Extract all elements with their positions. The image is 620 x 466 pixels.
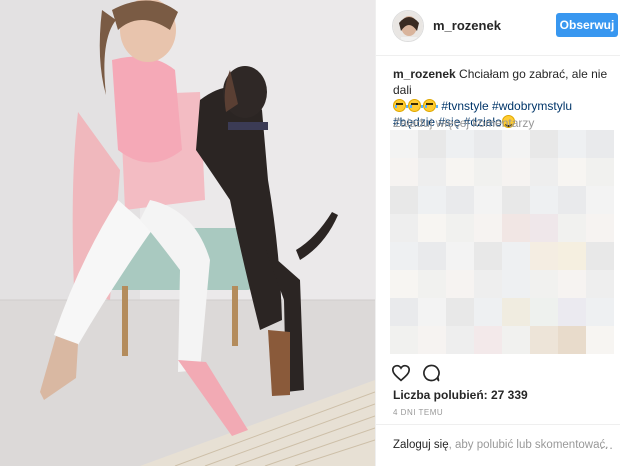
blur-cell xyxy=(474,214,502,242)
avatar[interactable] xyxy=(392,10,424,42)
blur-cell xyxy=(502,242,530,270)
caption-hashtags[interactable]: #tvnstyle #wdobrymstylu xyxy=(441,99,572,113)
blur-cell xyxy=(558,186,586,214)
blur-cell xyxy=(418,326,446,354)
load-more-comments-link[interactable]: Załaduj więcej komentarzy xyxy=(393,116,534,130)
post-header: m_rozenek Obserwuj xyxy=(376,0,620,56)
blur-cell xyxy=(390,326,418,354)
blur-cell xyxy=(474,326,502,354)
blur-cell xyxy=(586,214,614,242)
blur-cell xyxy=(586,242,614,270)
blur-cell xyxy=(446,130,474,158)
post-footer: Zaloguj się, aby polubić lub skomentować… xyxy=(376,424,620,466)
blur-cell xyxy=(530,242,558,270)
likes-count[interactable]: Liczba polubień: 27 339 xyxy=(393,388,528,402)
blur-cell xyxy=(474,270,502,298)
post-timestamp: 4 DNI TEMU xyxy=(393,408,444,417)
blur-cell xyxy=(586,158,614,186)
blur-cell xyxy=(530,326,558,354)
blur-cell xyxy=(558,158,586,186)
laughing-tears-emoji-icon xyxy=(423,99,438,112)
laughing-tears-emoji-icon xyxy=(408,99,423,112)
blur-cell xyxy=(502,186,530,214)
blur-cell xyxy=(474,298,502,326)
blur-cell xyxy=(446,214,474,242)
blur-cell xyxy=(558,242,586,270)
blur-cell xyxy=(446,186,474,214)
blur-cell xyxy=(530,270,558,298)
blur-cell xyxy=(586,130,614,158)
login-prompt: Zaloguj się, aby polubić lub skomentować… xyxy=(393,439,608,451)
blurred-comments-area xyxy=(390,130,614,358)
post-photo[interactable] xyxy=(0,0,375,466)
blur-cell xyxy=(418,158,446,186)
blur-cell xyxy=(390,130,418,158)
post-photo-illustration xyxy=(0,0,375,466)
blur-cell xyxy=(418,270,446,298)
blur-cell xyxy=(446,270,474,298)
blur-cell xyxy=(474,158,502,186)
blur-cell xyxy=(390,298,418,326)
blur-cell xyxy=(586,270,614,298)
login-link[interactable]: Zaloguj się xyxy=(393,439,449,451)
blur-cell xyxy=(474,130,502,158)
blur-cell xyxy=(418,130,446,158)
post-actions xyxy=(390,362,490,384)
blur-cell xyxy=(530,298,558,326)
blur-cell xyxy=(418,186,446,214)
blur-cell xyxy=(586,298,614,326)
blur-cell xyxy=(418,242,446,270)
blur-cell xyxy=(390,186,418,214)
blur-cell xyxy=(418,298,446,326)
blur-cell xyxy=(502,270,530,298)
blur-cell xyxy=(530,158,558,186)
blur-cell xyxy=(502,130,530,158)
blur-cell xyxy=(446,242,474,270)
blur-cell xyxy=(530,130,558,158)
blur-cell xyxy=(502,326,530,354)
blur-cell xyxy=(558,326,586,354)
post-username[interactable]: m_rozenek xyxy=(433,18,501,33)
speech-bubble-icon[interactable] xyxy=(420,362,442,384)
login-suffix: , aby polubić lub skomentować. xyxy=(448,439,609,451)
blur-cell xyxy=(446,158,474,186)
blur-cell xyxy=(586,186,614,214)
blur-cell xyxy=(558,298,586,326)
blur-cell xyxy=(502,214,530,242)
caption-username[interactable]: m_rozenek xyxy=(393,67,456,81)
blur-cell xyxy=(502,298,530,326)
blur-cell xyxy=(558,130,586,158)
blur-cell xyxy=(446,326,474,354)
heart-outline-icon[interactable] xyxy=(390,362,412,384)
blur-cell xyxy=(502,158,530,186)
follow-button[interactable]: Obserwuj xyxy=(556,13,618,37)
blur-cell xyxy=(530,186,558,214)
blur-cell xyxy=(474,242,502,270)
blur-cell xyxy=(390,214,418,242)
blur-cell xyxy=(530,214,558,242)
blur-cell xyxy=(390,270,418,298)
avatar-image xyxy=(393,11,423,41)
blur-cell xyxy=(474,186,502,214)
blur-cell xyxy=(390,242,418,270)
post-side-panel: m_rozenek Obserwuj m_rozenek Chciałam go… xyxy=(375,0,620,466)
blur-cell xyxy=(558,214,586,242)
blur-cell xyxy=(558,270,586,298)
blur-cell xyxy=(390,158,418,186)
blur-cell xyxy=(418,214,446,242)
laughing-tears-emoji-icon xyxy=(393,99,408,112)
more-options-button[interactable]: ... xyxy=(600,437,614,452)
blur-cell xyxy=(446,298,474,326)
blur-cell xyxy=(586,326,614,354)
